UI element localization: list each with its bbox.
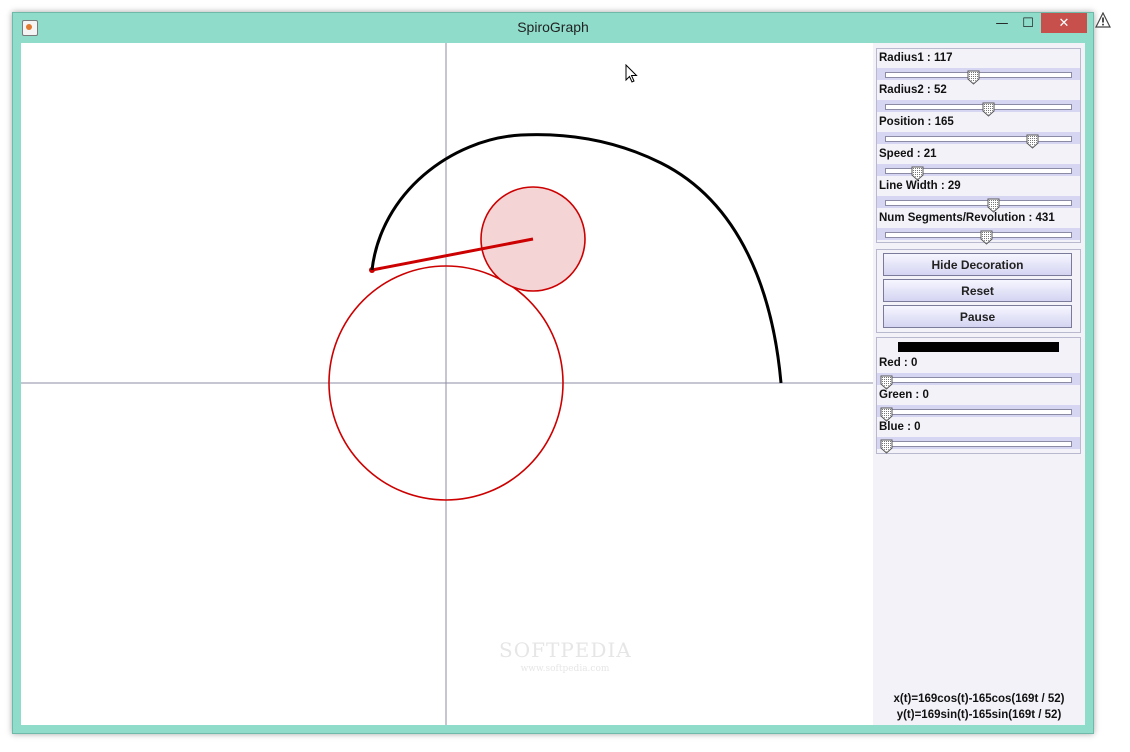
radius2-slider[interactable]: [877, 100, 1080, 117]
blue-slider-block: Blue : 0: [877, 418, 1080, 454]
segments-slider-thumb[interactable]: [980, 230, 993, 245]
drawing-canvas[interactable]: SOFTPEDIA www.softpedia.com: [21, 43, 873, 725]
radius2-slider-block: Radius2 : 52: [877, 81, 1080, 117]
red-slider-block: Red : 0: [877, 354, 1080, 390]
radius1-slider-block: Radius1 : 117: [877, 49, 1080, 85]
spiro-drawing: [21, 43, 873, 725]
close-button[interactable]: ✕: [1041, 13, 1087, 33]
position-slider-block: Position : 165: [877, 113, 1080, 149]
radius2-label: Radius2 : 52: [879, 84, 947, 96]
position-slider[interactable]: [877, 132, 1080, 149]
spirograph-window: SpiroGraph — ☐ ✕ SOFTPEDIA www.softpedia…: [12, 12, 1094, 734]
blue-label: Blue : 0: [879, 421, 921, 433]
speed-slider[interactable]: [877, 164, 1080, 181]
line-width-label: Line Width : 29: [879, 180, 961, 192]
color-panel: Red : 0 Green : 0 Blue : 0: [876, 337, 1081, 454]
segments-slider-block: Num Segments/Revolution : 431: [877, 209, 1080, 245]
green-slider[interactable]: [877, 405, 1080, 422]
buttons-panel: Hide Decoration Reset Pause: [876, 249, 1081, 333]
speed-label: Speed : 21: [879, 148, 937, 160]
red-slider[interactable]: [877, 373, 1080, 390]
color-swatch: [898, 342, 1059, 352]
blue-slider[interactable]: [877, 437, 1080, 454]
parameters-panel: Radius1 : 117 Radius2 : 52 Position : 16…: [876, 48, 1081, 245]
title-bar[interactable]: SpiroGraph — ☐ ✕: [13, 13, 1093, 43]
red-label: Red : 0: [879, 357, 918, 369]
mouse-cursor-icon: [625, 64, 638, 83]
green-label: Green : 0: [879, 389, 929, 401]
radius1-slider[interactable]: [877, 68, 1080, 85]
hide-decoration-button[interactable]: Hide Decoration: [883, 253, 1072, 276]
maximize-button[interactable]: ☐: [1015, 13, 1041, 33]
window-title: SpiroGraph: [517, 19, 589, 35]
line-width-slider[interactable]: [877, 196, 1080, 213]
control-sidebar: Radius1 : 117 Radius2 : 52 Position : 16…: [873, 43, 1085, 725]
green-slider-block: Green : 0: [877, 386, 1080, 422]
watermark-url: www.softpedia.com: [520, 664, 610, 674]
minimize-button[interactable]: —: [989, 13, 1015, 33]
equation-x: x(t)=169cos(t)-165cos(169t / 52): [893, 693, 1065, 705]
line-width-slider-block: Line Width : 29: [877, 177, 1080, 213]
segments-label: Num Segments/Revolution : 431: [879, 212, 1055, 224]
blue-slider-thumb[interactable]: [880, 439, 893, 454]
client-area: SOFTPEDIA www.softpedia.com Radius1 : 11…: [21, 43, 1085, 725]
warning-icon[interactable]: [1095, 12, 1111, 28]
pause-button[interactable]: Pause: [883, 305, 1072, 328]
segments-slider[interactable]: [877, 228, 1080, 245]
position-label: Position : 165: [879, 116, 954, 128]
radius1-label: Radius1 : 117: [879, 52, 953, 64]
watermark-name: SOFTPEDIA: [499, 638, 632, 662]
reset-button[interactable]: Reset: [883, 279, 1072, 302]
equation-y: y(t)=169sin(t)-165sin(169t / 52): [896, 709, 1062, 721]
speed-slider-block: Speed : 21: [877, 145, 1080, 181]
softpedia-watermark: SOFTPEDIA www.softpedia.com: [499, 638, 631, 674]
